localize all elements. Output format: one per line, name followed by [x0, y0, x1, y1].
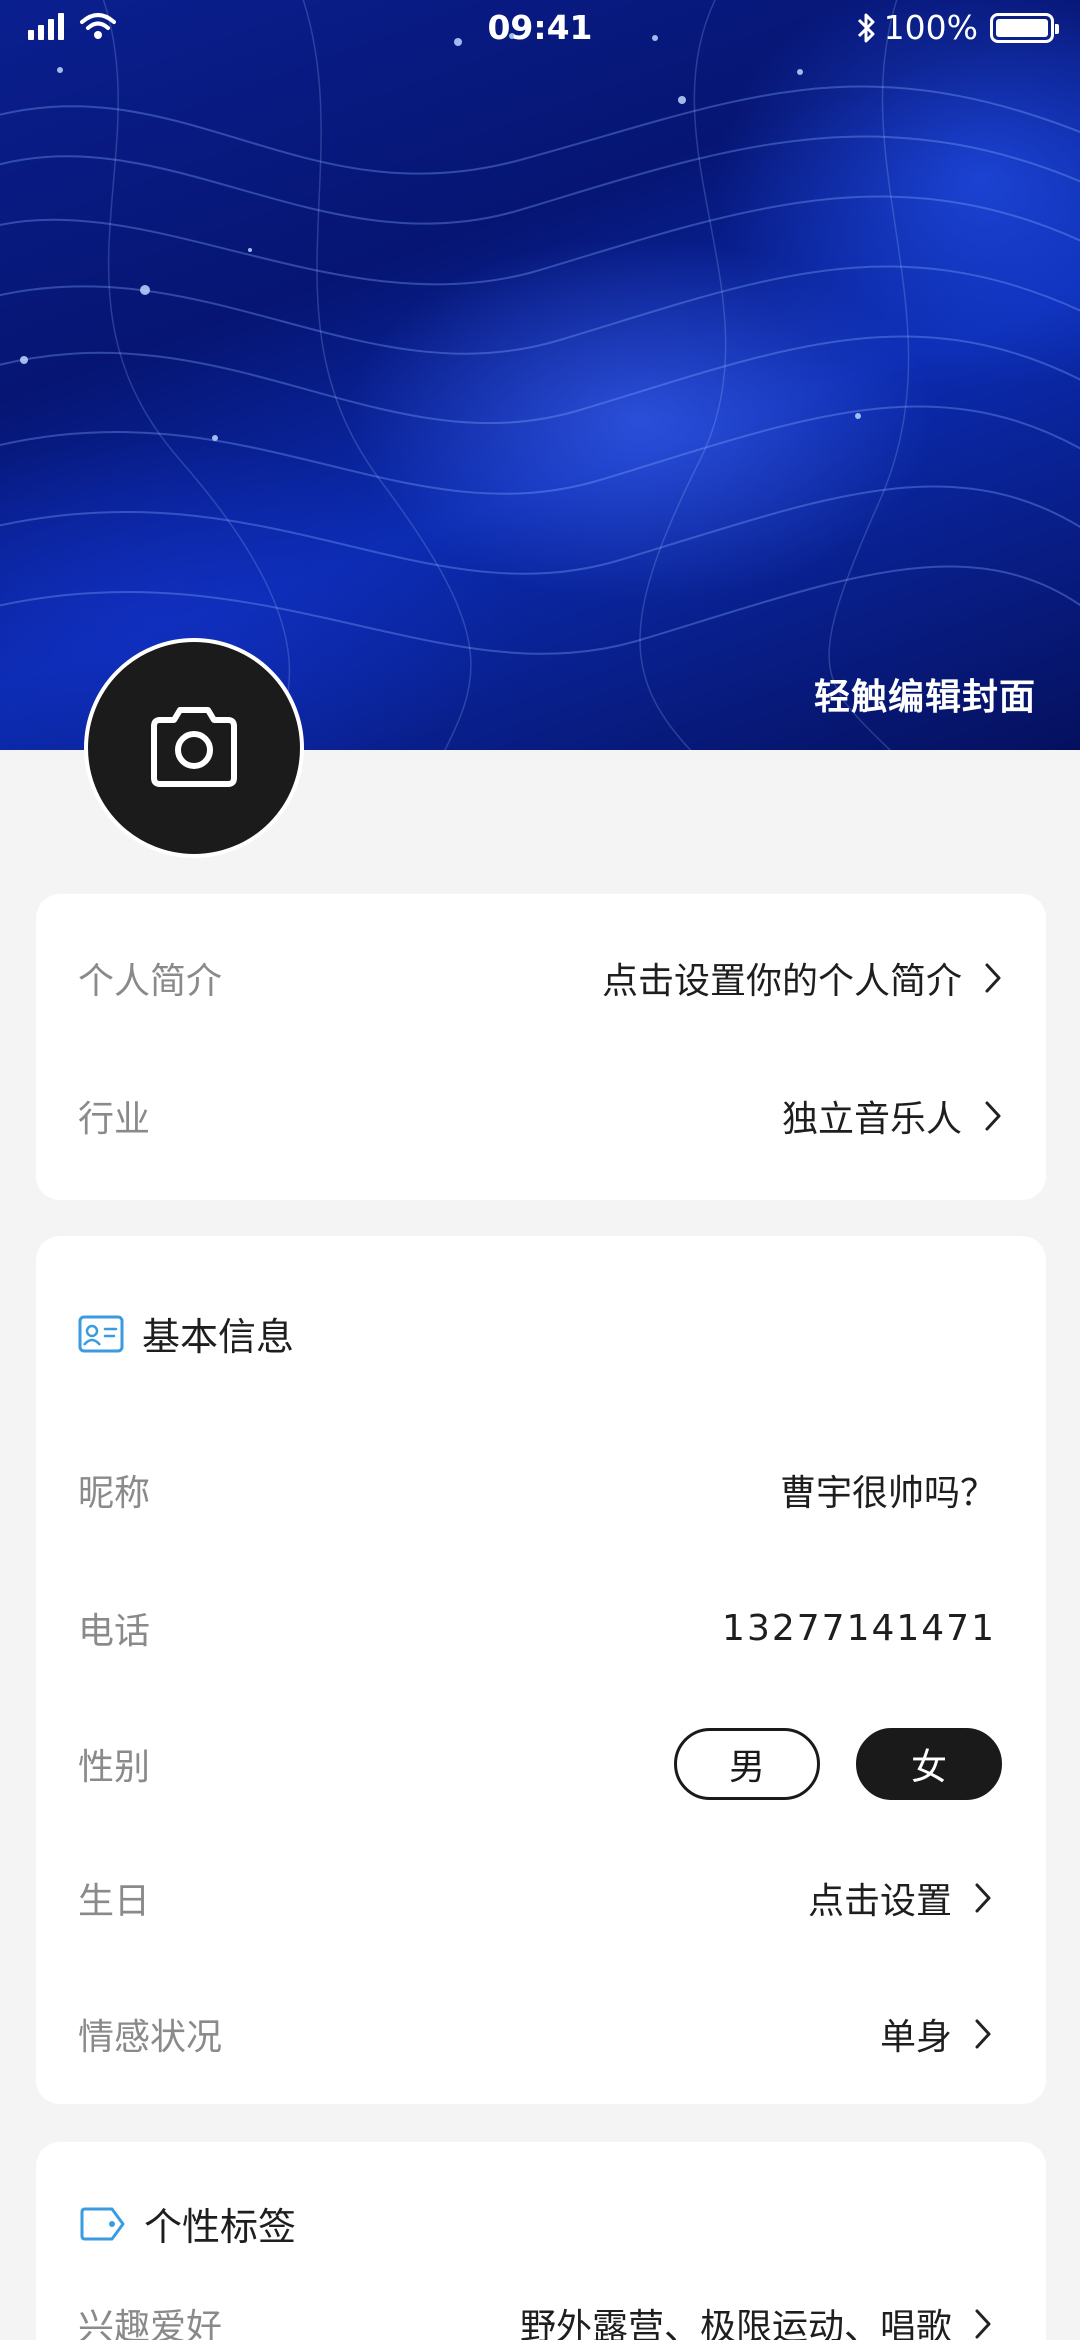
nickname-label: 昵称 — [78, 1473, 151, 1514]
basic-info-card: 基本信息 昵称 曹宇很帅吗？ 电话 13277141471 性别 男 女 生日 … — [36, 1236, 1046, 2104]
birthday-value: 点击设置 — [807, 1881, 952, 1922]
id-card-icon — [78, 1315, 124, 1352]
relationship-value: 单身 — [879, 2017, 952, 2058]
chevron-right-icon — [980, 1096, 1006, 1136]
birthday-row[interactable]: 生日 点击设置 — [36, 1858, 1046, 1938]
gender-label: 性别 — [78, 1747, 151, 1788]
status-right: 100% — [856, 8, 1059, 47]
battery-percent: 100% — [883, 8, 978, 47]
basic-info-title: 基本信息 — [142, 1315, 295, 1359]
camera-icon — [151, 707, 237, 787]
gender-row: 性别 男 女 — [36, 1724, 1046, 1804]
tags-title: 个性标签 — [144, 2205, 297, 2249]
cover-image[interactable]: 轻触编辑封面 — [0, 0, 1080, 750]
industry-row[interactable]: 行业 独立音乐人 — [36, 1076, 1046, 1156]
bluetooth-icon — [857, 13, 875, 42]
chevron-right-icon — [980, 958, 1006, 998]
nickname-value: 曹宇很帅吗？ — [779, 1473, 996, 1514]
phone-value: 13277141471 — [722, 1607, 996, 1649]
chevron-right-icon — [970, 1878, 996, 1918]
profile-card: 个人简介 点击设置你的个人简介 行业 独立音乐人 — [36, 894, 1046, 1200]
basic-info-header: 基本信息 — [78, 1306, 294, 1361]
status-bar: 09:41 100% — [0, 0, 1080, 60]
gender-male-button[interactable]: 男 — [674, 1728, 820, 1800]
phone-label: 电话 — [78, 1611, 151, 1652]
cover-texture — [0, 0, 1080, 750]
tags-header: 个性标签 — [78, 2196, 296, 2251]
bio-value: 点击设置你的个人简介 — [601, 961, 962, 1002]
hobbies-label: 兴趣爱好 — [78, 2307, 223, 2340]
phone-row[interactable]: 电话 13277141471 — [36, 1588, 1046, 1668]
profile-edit-page: 轻触编辑封面 09:41 100% 个人简介 点击设置你的个人简介 行业 独立音… — [0, 0, 1080, 2340]
nickname-row[interactable]: 昵称 曹宇很帅吗？ — [36, 1450, 1046, 1530]
battery-icon — [990, 12, 1059, 43]
relationship-label: 情感状况 — [78, 2017, 223, 2058]
tags-card: 个性标签 兴趣爱好 野外露营、极限运动、唱歌 — [36, 2142, 1046, 2340]
birthday-label: 生日 — [78, 1881, 151, 1922]
edit-cover-label[interactable]: 轻触编辑封面 — [814, 668, 1036, 720]
hobbies-row[interactable]: 兴趣爱好 野外露营、极限运动、唱歌 — [36, 2284, 1046, 2340]
chevron-right-icon — [970, 2014, 996, 2054]
chevron-right-icon — [970, 2304, 996, 2340]
bio-row[interactable]: 个人简介 点击设置你的个人简介 — [36, 938, 1046, 1018]
hobbies-value: 野外露营、极限运动、唱歌 — [519, 2307, 952, 2340]
bio-label: 个人简介 — [78, 961, 223, 1002]
gender-female-button[interactable]: 女 — [856, 1728, 1002, 1800]
relationship-row[interactable]: 情感状况 单身 — [36, 1994, 1046, 2074]
avatar-upload-button[interactable] — [84, 638, 304, 858]
industry-label: 行业 — [78, 1099, 151, 1140]
industry-value: 独立音乐人 — [781, 1099, 962, 1140]
tag-icon — [80, 2207, 125, 2240]
